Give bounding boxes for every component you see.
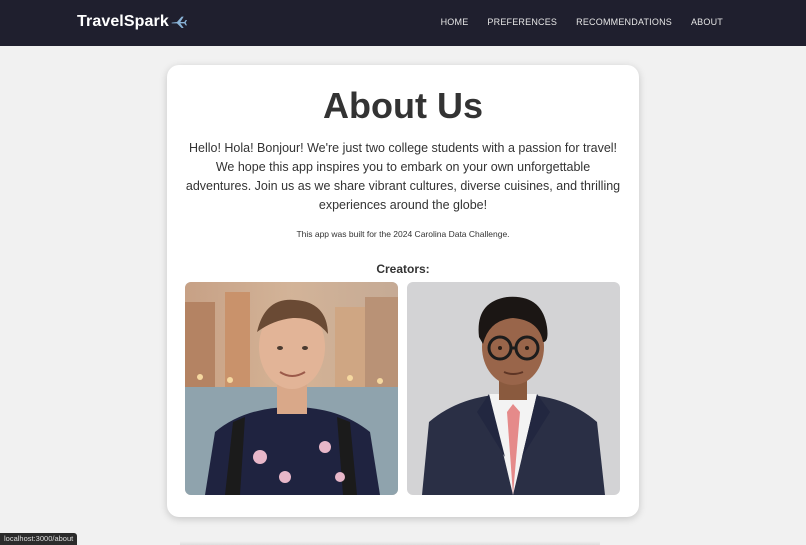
page-title: About Us bbox=[323, 85, 483, 126]
nav-home-link[interactable]: HOME bbox=[441, 17, 469, 27]
nav-about-link[interactable]: ABOUT bbox=[691, 17, 723, 27]
creator-photo-2 bbox=[407, 282, 620, 495]
brand-logo[interactable]: TravelSpark bbox=[77, 13, 187, 31]
nav-preferences-link[interactable]: PREFERENCES bbox=[487, 17, 557, 27]
built-for-note: This app was built for the 2024 Carolina… bbox=[296, 229, 510, 239]
creator-photo-1 bbox=[185, 282, 398, 495]
nav-recommendations-link[interactable]: RECOMMENDATIONS bbox=[576, 17, 672, 27]
about-card: About Us Hello! Hola! Bonjour! We're jus… bbox=[167, 65, 639, 517]
airplane-icon bbox=[171, 16, 187, 28]
browser-status-url: localhost:3000/about bbox=[0, 533, 78, 545]
nav-links: HOME PREFERENCES RECOMMENDATIONS ABOUT bbox=[441, 17, 723, 27]
intro-paragraph: Hello! Hola! Bonjour! We're just two col… bbox=[185, 141, 621, 212]
brand-name: TravelSpark bbox=[77, 13, 169, 30]
creators-heading: Creators: bbox=[376, 262, 430, 276]
scroll-shadow bbox=[180, 541, 600, 545]
top-navbar: TravelSpark HOME PREFERENCES RECOMMENDAT… bbox=[0, 0, 806, 46]
